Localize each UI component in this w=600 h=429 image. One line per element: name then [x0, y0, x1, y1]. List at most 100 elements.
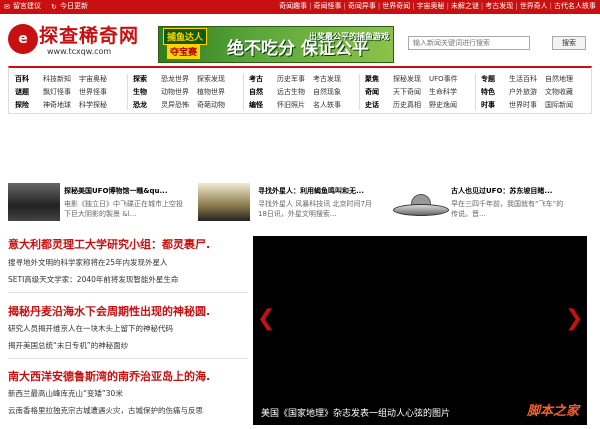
slideshow-prev-icon[interactable]: ❮ [257, 306, 275, 332]
nav-category[interactable]: 自然 [249, 87, 277, 97]
nav-link[interactable]: 世界怪事 [79, 87, 107, 97]
top-bar-right-links: 奇闻趣事 奇闻怪事 奇闻异事 世界奇闻 宇宙奥秘 未解之谜 考古发现 世界奇人 … [279, 1, 596, 11]
nav-link[interactable]: 怀旧照片 [277, 100, 305, 110]
ad-banner[interactable]: 捕鱼达人 夺宝赛 绝不吃分 保证公平 出奖最公平的捕鱼游戏 [158, 26, 394, 63]
logo-name: 探查稀奇网 [39, 25, 140, 47]
nav-link[interactable]: 天下奇闻 [393, 87, 421, 97]
nav-group: 考古 历史军事 考古发现 自然 远古生物 自然现象 编怪 怀旧照片 名人轶事 [249, 72, 349, 111]
nav-link[interactable]: 自然地理 [545, 74, 573, 84]
logo-url: www.tcxqw.com [47, 47, 112, 56]
nav-link[interactable]: 探索发现 [197, 74, 225, 84]
news-title[interactable]: 探秘美国UFO博物馆一瞧&qu... [64, 186, 168, 196]
nav-category[interactable]: 特色 [481, 87, 509, 97]
guestbook-link[interactable]: ✉ 留言建议 [4, 1, 41, 11]
nav-link[interactable]: 宇宙奥秘 [79, 74, 107, 84]
top-link[interactable]: 世界奇闻 [376, 1, 410, 11]
category-nav: 百科 科技新知 宇宙奥秘 谜题 飘灯怪事 世界怪事 探险 神奇地球 科学探秘 探索 恐龙世界探… [8, 66, 592, 114]
nav-category[interactable]: 百科 [15, 74, 43, 84]
top-link[interactable]: 奇闻异事 [341, 1, 376, 11]
nav-category[interactable]: 恐龙 [133, 100, 161, 110]
news-thumbnail[interactable] [198, 183, 250, 221]
nav-link[interactable]: 户外旅游 [509, 87, 537, 97]
nav-link[interactable]: 世界时事 [509, 100, 537, 110]
divider [8, 292, 248, 293]
ufo-disk [393, 204, 449, 216]
nav-link[interactable]: 远古生物 [277, 87, 305, 97]
message-icon: ✉ [4, 3, 10, 11]
headline-sub[interactable]: 云南香格里拉独克宗古城遭遇火灾，古城保护的伤痛与反思 [8, 405, 203, 416]
nav-category[interactable]: 谜题 [15, 87, 43, 97]
nav-category[interactable]: 探索 [133, 74, 161, 84]
divider [8, 358, 248, 359]
nav-link[interactable]: 生命科学 [429, 87, 457, 97]
nav-link[interactable]: 科学探秘 [79, 100, 107, 110]
top-link[interactable]: 奇闻怪事 [307, 1, 341, 11]
nav-link[interactable]: 文物收藏 [545, 87, 573, 97]
featured-news-row: 探秘美国UFO博物馆一瞧&qu... 电影《独立日》中飞碟正在城市上空投 下巨大阴… [8, 183, 592, 223]
search-input[interactable] [408, 36, 530, 50]
ufo-thumbnail-icon[interactable] [393, 192, 449, 220]
headline-sub[interactable]: 揭开美国总统“末日专机”的神秘面纱 [8, 340, 128, 351]
top-bar-left-links: ✉ 留言建议 ↻ 今日更新 [4, 1, 88, 11]
nav-category[interactable]: 编怪 [249, 100, 277, 110]
nav-link[interactable]: 历史军事 [277, 74, 305, 84]
today-update-link[interactable]: ↻ 今日更新 [51, 1, 88, 11]
news-desc: 早在三四千年前，我国就有“飞车”的 传说。晋... [451, 200, 564, 218]
headline-sub[interactable]: 搜寻地外文明的科学家称将在25年内发现外星人 [8, 257, 168, 268]
headline-title[interactable]: 意大利都灵理工大学研究小组：都灵裹尸. [8, 236, 210, 252]
news-title[interactable]: 古人也见过UFO：苏东坡目睹... [451, 186, 552, 196]
nav-link[interactable]: 植物世界 [197, 87, 225, 97]
nav-link[interactable]: UFO事件 [429, 74, 458, 84]
slideshow-next-icon[interactable]: ❯ [565, 306, 583, 332]
top-link[interactable]: 考古发现 [479, 1, 513, 11]
nav-link[interactable]: 野史逸闻 [429, 100, 457, 110]
headline-sub[interactable]: 研究人员揭开维京人在一块木头上留下的神秘代码 [8, 323, 173, 334]
nav-link[interactable]: 历史真相 [393, 100, 421, 110]
top-link[interactable]: 宇宙奥秘 [410, 1, 445, 11]
nav-link[interactable]: 国际新闻 [545, 100, 573, 110]
nav-link[interactable]: 奇葩动物 [197, 100, 225, 110]
nav-link[interactable]: 考古发现 [313, 74, 341, 84]
nav-link[interactable]: 灵异恐怖 [161, 100, 189, 110]
nav-link[interactable]: 自然现象 [313, 87, 341, 97]
logo-mark-icon: e [8, 24, 38, 54]
nav-link[interactable]: 生活百科 [509, 74, 537, 84]
nav-group: 探索 恐龙世界 探索发现 生物 动物世界 植物世界 恐龙 灵异恐怖 奇葩动物 [133, 72, 233, 111]
news-desc: 电影《独立日》中飞碟正在城市上空投 下巨大阴影的製景 &l... [64, 200, 183, 218]
nav-link[interactable]: 名人轶事 [313, 100, 341, 110]
headline-title[interactable]: 南大西洋安德鲁斯湾的南乔治亚岛上的海. [8, 368, 210, 384]
nav-divider [359, 74, 360, 110]
news-title[interactable]: 寻找外星人：利用蝎鱼鸣叫和无... [258, 186, 364, 196]
nav-link[interactable]: 飘灯怪事 [43, 87, 71, 97]
nav-category[interactable]: 探险 [15, 100, 43, 110]
top-link[interactable]: 世界奇人 [513, 1, 548, 11]
nav-link[interactable]: 探秘发现 [393, 74, 421, 84]
watermark: 脚本之家 [526, 404, 579, 419]
nav-category[interactable]: 史话 [365, 100, 393, 110]
news-desc: 寻找外星人 风暴科技讯 北京时间7月 18日讯，外星文明搜索... [258, 200, 372, 218]
site-logo[interactable]: e 探查稀奇网 www.tcxqw.com [8, 20, 148, 60]
top-link[interactable]: 古代名人轶事 [548, 1, 596, 11]
nav-link[interactable]: 神奇地球 [43, 100, 71, 110]
headline-sub[interactable]: 新西兰最高山峰库克山“变矮”30米 [8, 388, 123, 399]
banner-side-text: 出奖最公平的捕鱼游戏 [309, 32, 389, 41]
top-link[interactable]: 奇闻趣事 [279, 1, 307, 11]
news-thumbnail[interactable] [8, 183, 60, 221]
nav-category[interactable]: 考古 [249, 74, 277, 84]
nav-category[interactable]: 时事 [481, 100, 509, 110]
nav-link[interactable]: 恐龙世界 [161, 74, 189, 84]
nav-category[interactable]: 生物 [133, 87, 161, 97]
nav-category[interactable]: 奇闻 [365, 87, 393, 97]
nav-divider [475, 74, 476, 110]
headline-title[interactable]: 揭秘丹麦沿海水下会周期性出现的神秘圆. [8, 303, 210, 319]
top-link[interactable]: 未解之谜 [445, 1, 479, 11]
banner-tag-2: 夺宝赛 [167, 44, 201, 59]
image-slideshow[interactable]: ❮ ❯ 美国《国家地理》杂志发表一组动人心弦的图片 脚本之家 [253, 236, 587, 425]
nav-link[interactable]: 动物世界 [161, 87, 189, 97]
headline-sub[interactable]: SETI高级天文学家：2040年前将发现智能外星生命 [8, 274, 178, 285]
nav-link[interactable]: 科技新知 [43, 74, 71, 84]
banner-tag-1: 捕鱼达人 [163, 28, 208, 45]
search-button[interactable]: 搜索 [552, 36, 586, 50]
nav-category[interactable]: 聚焦 [365, 74, 393, 84]
nav-category[interactable]: 专题 [481, 74, 509, 84]
